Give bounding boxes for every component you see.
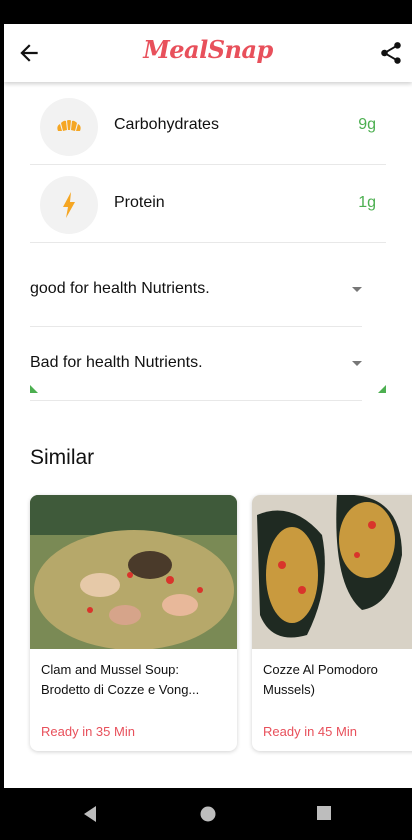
nutrient-icon-circle — [40, 176, 98, 234]
green-corner-marker — [30, 385, 38, 393]
croissant-icon — [57, 120, 81, 131]
recipe-card[interactable]: Cozze Al Pomodoro Mussels) Ready in 45 M… — [252, 495, 412, 751]
recipe-ready-time: Ready in 35 Min — [41, 724, 135, 739]
nutrient-value: 9g — [358, 116, 376, 133]
app-bar: MealSnap — [4, 24, 412, 82]
chevron-down-icon — [352, 287, 362, 292]
nutrient-name: Protein — [114, 194, 165, 211]
status-bar — [0, 0, 412, 24]
similar-heading: Similar — [30, 446, 95, 469]
recipe-photo — [30, 495, 237, 649]
recipe-title-line1: Clam and Mussel Soup: — [41, 662, 180, 677]
good-nutrients-expander[interactable]: good for health Nutrients. — [30, 253, 362, 327]
nav-home-icon[interactable] — [199, 805, 217, 823]
nutrient-value: 1g — [358, 194, 376, 211]
nutrient-row-protein: Protein 1g — [30, 165, 386, 243]
bad-nutrients-label: Bad for health Nutrients. — [30, 354, 203, 371]
nutrient-row-carbohydrates: Carbohydrates 9g — [30, 87, 386, 165]
recipe-title-line2: Mussels) — [263, 682, 316, 697]
app-title: MealSnap — [143, 35, 273, 64]
nutrient-name: Carbohydrates — [114, 116, 219, 133]
system-nav-bar — [0, 788, 412, 840]
share-icon[interactable] — [378, 40, 404, 66]
green-corner-marker — [378, 385, 386, 393]
nutrient-icon-circle — [40, 98, 98, 156]
recipe-card[interactable]: Clam and Mussel Soup: Brodetto di Cozze … — [30, 495, 237, 751]
good-nutrients-label: good for health Nutrients. — [30, 280, 210, 297]
recipe-title-line2: Brodetto di Cozze e Vong... — [41, 682, 200, 697]
recipe-title-line1: Cozze Al Pomodoro — [263, 662, 378, 677]
recipe-photo — [252, 495, 412, 649]
recipe-ready-time: Ready in 45 Min — [263, 724, 357, 739]
nav-recents-icon[interactable] — [316, 805, 332, 821]
nav-back-icon[interactable] — [82, 805, 98, 823]
app-screen: MealSnap Carbohydrates 9g Protein 1g goo — [4, 24, 412, 788]
lightning-icon — [63, 192, 75, 218]
chevron-down-icon — [352, 361, 362, 366]
bad-nutrients-expander[interactable]: Bad for health Nutrients. — [30, 327, 362, 401]
